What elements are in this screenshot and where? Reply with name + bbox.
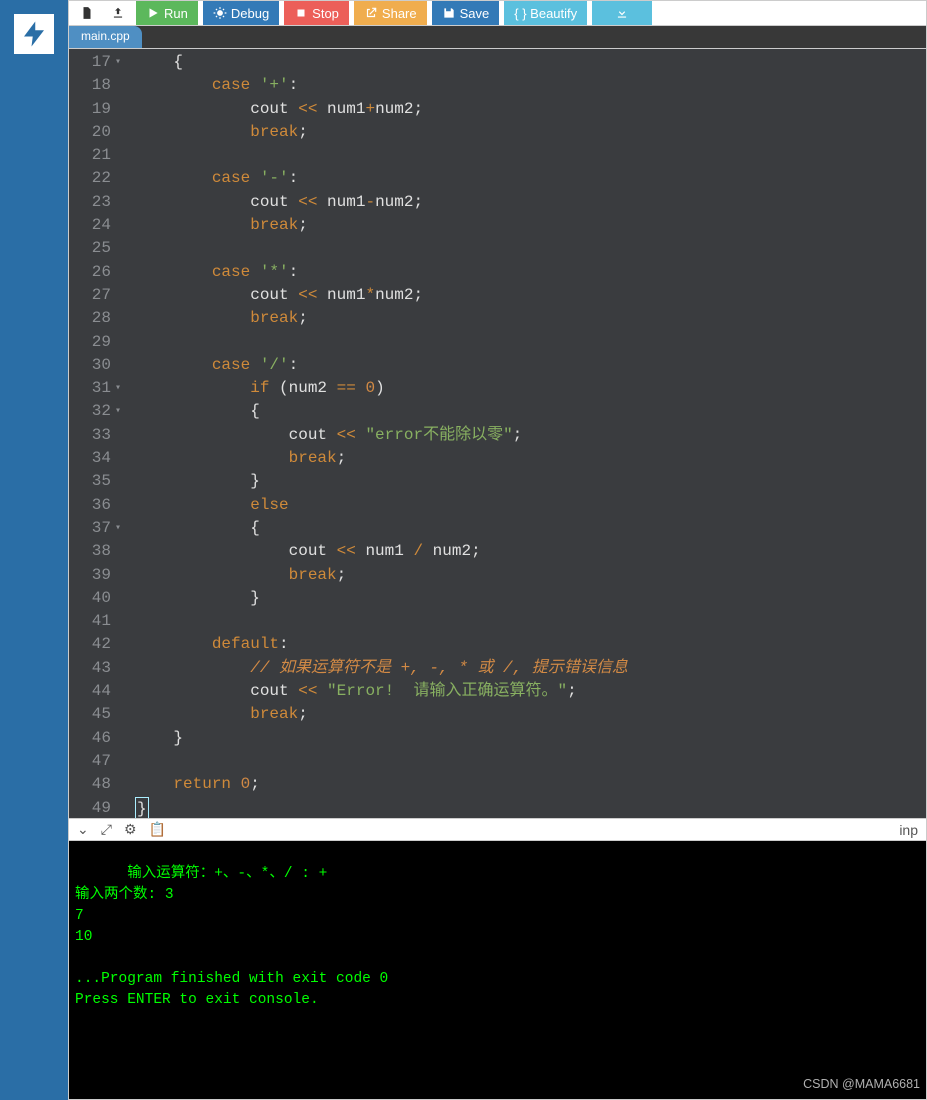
left-sidebar: [0, 0, 68, 1100]
console-toolbar: ⌄ ⤢ ⚙ 📋 inp: [69, 819, 926, 841]
share-button[interactable]: Share: [354, 1, 427, 25]
play-icon: [146, 6, 160, 20]
bug-icon: [213, 6, 227, 20]
download-icon: [615, 6, 629, 20]
toolbar: Run Debug Stop Share Save { } Beautify: [68, 0, 927, 26]
beautify-button[interactable]: { } Beautify: [504, 1, 587, 25]
download-button[interactable]: [592, 1, 652, 25]
logo: [12, 12, 56, 56]
new-file-button[interactable]: [74, 1, 100, 25]
console-output[interactable]: 输入运算符：+、-、*、/ : + 输入两个数: 3 7 10 ...Progr…: [69, 841, 926, 1099]
stop-icon: [294, 6, 308, 20]
upload-button[interactable]: [105, 1, 131, 25]
file-icon: [80, 6, 94, 20]
save-icon: [442, 6, 456, 20]
watermark: CSDN @MAMA6681: [803, 1074, 920, 1095]
gear-icon[interactable]: ⚙: [124, 821, 137, 838]
code-editor[interactable]: 1718192021222324252627282930313233343536…: [68, 49, 927, 819]
save-button[interactable]: Save: [432, 1, 500, 25]
run-label: Run: [164, 6, 188, 21]
clipboard-icon[interactable]: 📋: [149, 821, 166, 838]
stop-label: Stop: [312, 6, 339, 21]
beautify-label: { } Beautify: [514, 6, 577, 21]
console-panel: ⌄ ⤢ ⚙ 📋 inp 输入运算符：+、-、*、/ : + 输入两个数: 3 7…: [68, 819, 927, 1100]
save-label: Save: [460, 6, 490, 21]
chevron-down-icon[interactable]: ⌄: [77, 821, 89, 838]
console-text: 输入运算符：+、-、*、/ : + 输入两个数: 3 7 10 ...Progr…: [75, 866, 388, 1008]
stop-button[interactable]: Stop: [284, 1, 349, 25]
share-icon: [364, 6, 378, 20]
run-button[interactable]: Run: [136, 1, 198, 25]
editor-tabs: main.cpp: [68, 26, 927, 49]
upload-icon: [111, 6, 125, 20]
debug-button[interactable]: Debug: [203, 1, 279, 25]
expand-icon[interactable]: ⤢: [101, 821, 112, 838]
tab-main-cpp[interactable]: main.cpp: [69, 26, 142, 48]
share-label: Share: [382, 6, 417, 21]
debug-label: Debug: [231, 6, 269, 21]
line-gutter: 1718192021222324252627282930313233343536…: [69, 49, 121, 818]
code-content[interactable]: { case '+': cout << num1+num2; break; ca…: [121, 49, 628, 818]
input-label: inp: [899, 822, 918, 838]
